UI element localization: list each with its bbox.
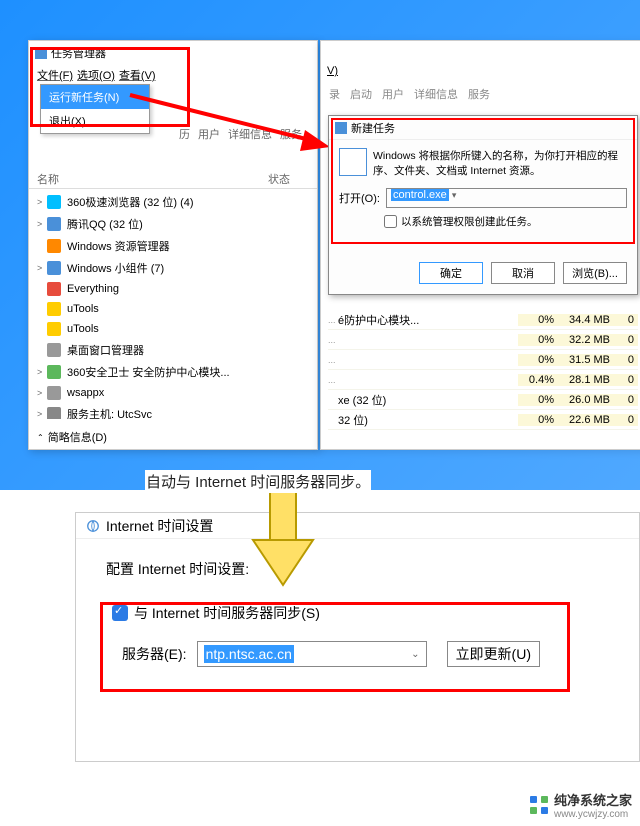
run-input[interactable]: control.exe ▾ bbox=[386, 188, 627, 208]
process-row[interactable]: >360极速浏览器 (32 位) (4) bbox=[29, 191, 317, 213]
ok-button[interactable]: 确定 bbox=[419, 262, 483, 284]
process-name: 桌面窗口管理器 bbox=[67, 342, 144, 358]
process-app-icon bbox=[47, 343, 61, 357]
run-titlebar: 新建任务 bbox=[329, 116, 637, 140]
task-manager-titlebar: 任务管理器 bbox=[29, 41, 317, 65]
chevron-down-icon[interactable]: ⌄ bbox=[411, 649, 419, 660]
process-row[interactable]: Windows 资源管理器 bbox=[29, 235, 317, 257]
tab-services-2[interactable]: 服务 bbox=[468, 86, 490, 102]
watermark: 纯净系统之家 www.ycwjzy.com bbox=[530, 790, 632, 820]
time-title-text: Internet 时间设置 bbox=[106, 516, 213, 536]
server-dropdown[interactable]: ntp.ntsc.ac.cn ⌄ bbox=[197, 641, 427, 667]
table-row[interactable]: ...0%32.2 MB0 bbox=[328, 330, 638, 350]
process-name: Windows 资源管理器 bbox=[67, 238, 170, 254]
process-name: 腾讯QQ (32 位) bbox=[67, 216, 143, 232]
process-name: uTools bbox=[67, 303, 99, 315]
process-app-icon bbox=[47, 217, 61, 231]
run-title-text: 新建任务 bbox=[351, 120, 395, 136]
tab-details-2[interactable]: 详细信息 bbox=[414, 86, 458, 102]
task-manager-title: 任务管理器 bbox=[51, 45, 106, 61]
server-value: ntp.ntsc.ac.cn bbox=[204, 645, 294, 663]
run-input-value: control.exe bbox=[391, 189, 449, 201]
process-row[interactable]: uTools bbox=[29, 299, 317, 319]
process-app-icon bbox=[47, 365, 61, 379]
process-name: wsappx bbox=[67, 387, 104, 399]
process-row[interactable]: >wsappx bbox=[29, 383, 317, 403]
process-app-icon bbox=[47, 302, 61, 316]
toggle-details[interactable]: 简略信息(D) bbox=[48, 429, 107, 445]
internet-time-dialog: Internet 时间设置 配置 Internet 时间设置: 与 Intern… bbox=[75, 512, 640, 762]
process-name: Everything bbox=[67, 283, 119, 295]
process-name: Windows 小组件 (7) bbox=[67, 260, 164, 276]
run-open-label: 打开(O): bbox=[339, 190, 380, 206]
watermark-logo-icon bbox=[530, 796, 548, 814]
menu-view[interactable]: 查看(V) bbox=[119, 67, 156, 83]
process-app-icon bbox=[47, 261, 61, 275]
process-app-icon bbox=[47, 386, 61, 400]
process-row[interactable]: >腾讯QQ (32 位) bbox=[29, 213, 317, 235]
process-name: 360极速浏览器 (32 位) (4) bbox=[67, 194, 194, 210]
cancel-button[interactable]: 取消 bbox=[491, 262, 555, 284]
run-info-icon bbox=[339, 148, 367, 176]
chevron-down-icon[interactable]: ▾ bbox=[452, 190, 457, 200]
process-row[interactable]: >Windows 小组件 (7) bbox=[29, 257, 317, 279]
menu-view-2[interactable]: V) bbox=[321, 65, 640, 77]
run-dialog: 新建任务 Windows 将根据你所键入的名称，为你打开相应的程序、文件夹、文档… bbox=[328, 115, 638, 295]
time-titlebar: Internet 时间设置 bbox=[76, 513, 639, 539]
proc-header: 名称 状态 bbox=[29, 169, 317, 189]
watermark-brand: 纯净系统之家 bbox=[554, 790, 632, 809]
run-admin-checkbox[interactable] bbox=[384, 215, 397, 228]
process-list: >360极速浏览器 (32 位) (4)>腾讯QQ (32 位) Windows … bbox=[29, 191, 317, 419]
process-app-icon bbox=[47, 322, 61, 336]
table-row[interactable]: xe (32 位)0%26.0 MB0 bbox=[328, 390, 638, 410]
task-manager-footer: ⌃ 简略信息(D) bbox=[29, 425, 317, 449]
annotation-arrow-red bbox=[130, 85, 330, 168]
col-name[interactable]: 名称 bbox=[37, 171, 249, 187]
run-info-text: Windows 将根据你所键入的名称，为你打开相应的程序、文件夹、文档或 Int… bbox=[373, 148, 627, 178]
tab-startup[interactable]: 启动 bbox=[350, 86, 372, 102]
table-row[interactable]: ...0%31.5 MB0 bbox=[328, 350, 638, 370]
task-manager-icon bbox=[35, 47, 47, 59]
process-name: 服务主机: UtcSvc bbox=[67, 406, 152, 419]
task-manager-menubar: 文件(F) 选项(O) 查看(V) bbox=[29, 65, 317, 85]
process-row[interactable]: >360安全卫士 安全防护中心模块... bbox=[29, 361, 317, 383]
process-row[interactable]: >服务主机: UtcSvc bbox=[29, 403, 317, 419]
menu-file[interactable]: 文件(F) bbox=[37, 67, 73, 83]
tab-users-2[interactable]: 用户 bbox=[382, 86, 404, 102]
chevron-up-icon[interactable]: ⌃ bbox=[37, 433, 44, 442]
process-app-icon bbox=[47, 195, 61, 209]
process-row[interactable]: Everything bbox=[29, 279, 317, 299]
col-status[interactable]: 状态 bbox=[249, 171, 309, 187]
sync-checkbox[interactable] bbox=[112, 605, 128, 621]
watermark-url: www.ycwjzy.com bbox=[554, 809, 632, 820]
run-checkbox-label: 以系统管理权限创建此任务。 bbox=[401, 214, 538, 229]
menu-options[interactable]: 选项(O) bbox=[77, 67, 115, 83]
server-label: 服务器(E): bbox=[122, 644, 187, 664]
middle-caption: 自动与 Internet 时间服务器同步。 bbox=[145, 470, 371, 493]
clock-globe-icon bbox=[86, 519, 100, 533]
process-name: 360安全卫士 安全防护中心模块... bbox=[67, 364, 230, 380]
time-config-label: 配置 Internet 时间设置: bbox=[106, 559, 609, 579]
browse-button[interactable]: 浏览(B)... bbox=[563, 262, 627, 284]
update-now-button[interactable]: 立即更新(U) bbox=[447, 641, 540, 667]
tab-rec[interactable]: 录 bbox=[329, 86, 340, 102]
table-row[interactable]: 32 位)0%22.6 MB0 bbox=[328, 410, 638, 430]
process-row[interactable]: 桌面窗口管理器 bbox=[29, 339, 317, 361]
process-app-icon bbox=[47, 407, 61, 419]
table-row[interactable]: ...é防护中心模块...0%34.4 MB0 bbox=[328, 310, 638, 330]
task-manager-2-tabs: 录 启动 用户 详细信息 服务 bbox=[329, 86, 490, 102]
run-dialog-icon bbox=[335, 122, 347, 134]
proc-table-2: ...é防护中心模块...0%34.4 MB0...0%32.2 MB0...0… bbox=[328, 310, 638, 430]
sync-label: 与 Internet 时间服务器同步(S) bbox=[134, 603, 320, 623]
process-app-icon bbox=[47, 282, 61, 296]
table-row[interactable]: ...0.4%28.1 MB0 bbox=[328, 370, 638, 390]
process-app-icon bbox=[47, 239, 61, 253]
process-row[interactable]: uTools bbox=[29, 319, 317, 339]
process-name: uTools bbox=[67, 323, 99, 335]
